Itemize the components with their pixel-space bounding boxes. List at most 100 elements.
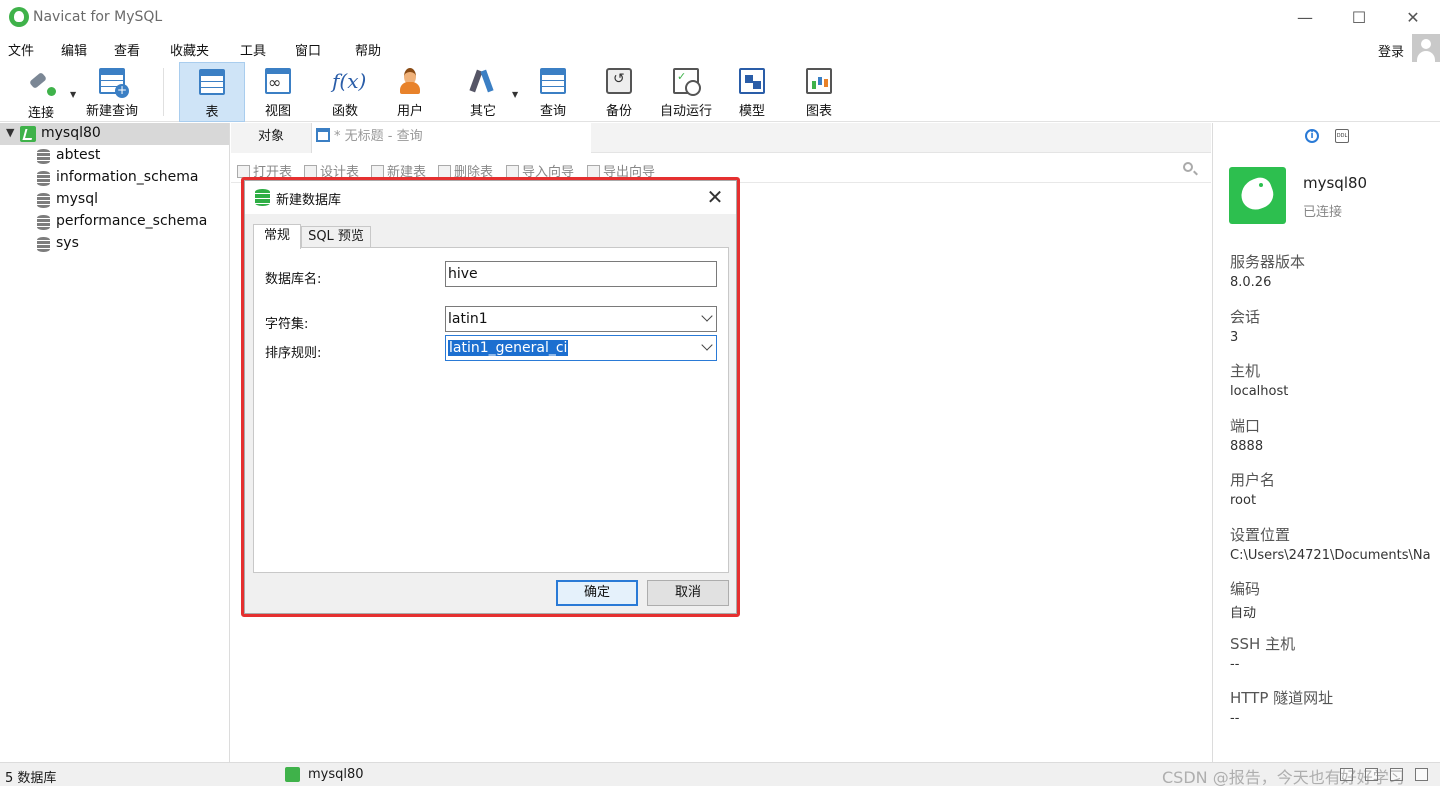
automation-button[interactable]: 自动运行 — [656, 62, 716, 122]
dialog-title: 新建数据库 — [276, 193, 342, 208]
model-icon — [739, 68, 765, 94]
menu-help[interactable]: 帮助 — [355, 40, 381, 59]
charts-button[interactable]: 图表 — [796, 62, 842, 122]
tree-db-label: performance_schema — [56, 213, 208, 229]
chevron-down-icon[interactable]: ▼ — [6, 126, 14, 139]
mysql-dolphin-icon — [1229, 167, 1286, 224]
tables-button[interactable]: 表 — [179, 62, 245, 122]
prop-label-settings-location: 设置位置 — [1230, 526, 1291, 544]
close-window-button[interactable]: ✕ — [1386, 0, 1440, 34]
csdn-watermark: CSDN @报告，今天也有好好学习 — [1162, 768, 1405, 786]
tab-general[interactable]: 常规 — [253, 224, 301, 249]
close-icon[interactable]: ✕ — [702, 184, 728, 210]
view-icon — [265, 68, 291, 94]
tree-db-label: mysql — [56, 191, 98, 207]
navicat-window: Navicat for MySQL — ☐ ✕ 文件 编辑 查看 收藏夹 工具 … — [0, 0, 1440, 786]
status-bar: 5 数据库 mysql80 CSDN @报告，今天也有好好学习 — [0, 762, 1440, 786]
others-label: 其它 — [469, 104, 496, 119]
db-name-input[interactable]: hive — [445, 261, 717, 287]
title-bar: Navicat for MySQL — ☐ ✕ — [0, 0, 1440, 34]
others-dropdown-caret-icon[interactable]: ▼ — [512, 90, 518, 99]
function-icon: f(x) — [332, 69, 367, 93]
connection-icon — [20, 126, 36, 142]
status-db-count: 5 数据库 — [5, 771, 57, 786]
prop-label-encoding: 编码 — [1230, 580, 1261, 598]
charset-value: latin1 — [448, 311, 488, 327]
backup-label: 备份 — [605, 104, 632, 119]
views-button[interactable]: 视图 — [255, 62, 301, 122]
users-button[interactable]: 用户 — [387, 62, 433, 122]
query-tab-icon — [316, 128, 330, 142]
prop-value-settings-location: C:\Users\24721\Documents\Na — [1230, 548, 1431, 563]
model-button[interactable]: 模型 — [729, 62, 775, 122]
login-link[interactable]: 登录 — [1378, 41, 1404, 60]
collation-value: latin1_general_ci — [448, 340, 569, 356]
menu-tools[interactable]: 工具 — [240, 40, 266, 59]
tab-objects[interactable]: 对象 — [231, 123, 311, 153]
prop-label-host: 主机 — [1230, 362, 1261, 380]
queries-label: 查询 — [539, 104, 566, 119]
tree-db-label: information_schema — [56, 169, 199, 185]
automation-icon — [673, 68, 701, 96]
backup-button[interactable]: 备份 — [596, 62, 642, 122]
menu-window[interactable]: 窗口 — [295, 40, 321, 59]
db-name-label: 数据库名: — [265, 272, 322, 287]
tab-sql-preview[interactable]: SQL 预览 — [301, 226, 371, 248]
connect-dropdown-caret-icon[interactable]: ▼ — [70, 90, 76, 99]
user-icon — [397, 68, 423, 94]
tree-db-label: abtest — [56, 147, 101, 163]
tools-icon — [470, 68, 496, 94]
cancel-button[interactable]: 取消 — [647, 580, 729, 606]
functions-label: 函数 — [331, 104, 358, 119]
query-tab-label: * 无标题 - 查询 — [334, 129, 423, 144]
menu-favorites[interactable]: 收藏夹 — [170, 40, 209, 59]
collation-select[interactable]: latin1_general_ci — [445, 335, 717, 361]
status-connection: mysql80 — [308, 767, 364, 782]
main-toolbar: 连接 ▼ 新建查询 表 视图 f(x) 函数 用户 其它 ▼ — [0, 62, 1440, 122]
prop-value-http-tunnel: -- — [1230, 711, 1240, 726]
menu-file[interactable]: 文件 — [8, 40, 34, 59]
prop-value-sessions: 3 — [1230, 330, 1239, 345]
database-icon — [37, 171, 50, 186]
connect-button[interactable]: 连接 — [20, 62, 62, 122]
new-query-button[interactable]: 新建查询 — [82, 62, 142, 122]
views-label: 视图 — [264, 104, 291, 119]
model-label: 模型 — [738, 104, 765, 119]
functions-button[interactable]: f(x) 函数 — [322, 62, 368, 122]
search-icon[interactable] — [1183, 162, 1193, 172]
info-icon[interactable]: i — [1305, 129, 1319, 143]
maximize-button[interactable]: ☐ — [1332, 0, 1386, 34]
chevron-down-icon — [701, 339, 713, 351]
avatar-icon[interactable] — [1412, 34, 1440, 62]
database-icon — [37, 215, 50, 230]
automation-label: 自动运行 — [659, 104, 712, 119]
tree-connection-label: mysql80 — [41, 125, 101, 141]
database-icon — [37, 149, 50, 164]
info-pane: i DDL mysql80 已连接 服务器版本 8.0.26 会话 3 主机 l… — [1212, 123, 1440, 762]
dialog-title-bar: 新建数据库 ✕ — [245, 181, 736, 214]
prop-value-username: root — [1230, 493, 1257, 508]
prop-label-sessions: 会话 — [1230, 308, 1261, 326]
menu-bar: 文件 编辑 查看 收藏夹 工具 窗口 帮助 — [0, 36, 1440, 62]
minimize-button[interactable]: — — [1278, 0, 1332, 34]
ok-button[interactable]: 确定 — [556, 580, 638, 606]
queries-button[interactable]: 查询 — [530, 62, 576, 122]
menu-edit[interactable]: 编辑 — [61, 40, 87, 59]
menu-view[interactable]: 查看 — [114, 40, 140, 59]
prop-value-server-version: 8.0.26 — [1230, 275, 1272, 290]
charts-label: 图表 — [805, 104, 832, 119]
navigation-pane: ▼ mysql80 abtest information_schema mysq… — [0, 123, 230, 762]
others-button[interactable]: 其它 — [460, 62, 506, 122]
chart-icon — [806, 68, 832, 94]
charset-select[interactable]: latin1 — [445, 306, 717, 332]
prop-label-http-tunnel: HTTP 隧道网址 — [1230, 689, 1334, 707]
prop-label-server-version: 服务器版本 — [1230, 253, 1306, 271]
ddl-icon[interactable]: DDL — [1335, 129, 1349, 143]
tab-untitled-query[interactable]: * 无标题 - 查询 — [311, 123, 591, 153]
prop-label-port: 端口 — [1230, 417, 1261, 435]
er-view-icon[interactable] — [1415, 768, 1428, 781]
chevron-down-icon — [701, 310, 713, 322]
tree-db-label: sys — [56, 235, 79, 251]
database-icon — [37, 193, 50, 208]
tree-connection-mysql80[interactable]: ▼ mysql80 — [0, 123, 229, 145]
